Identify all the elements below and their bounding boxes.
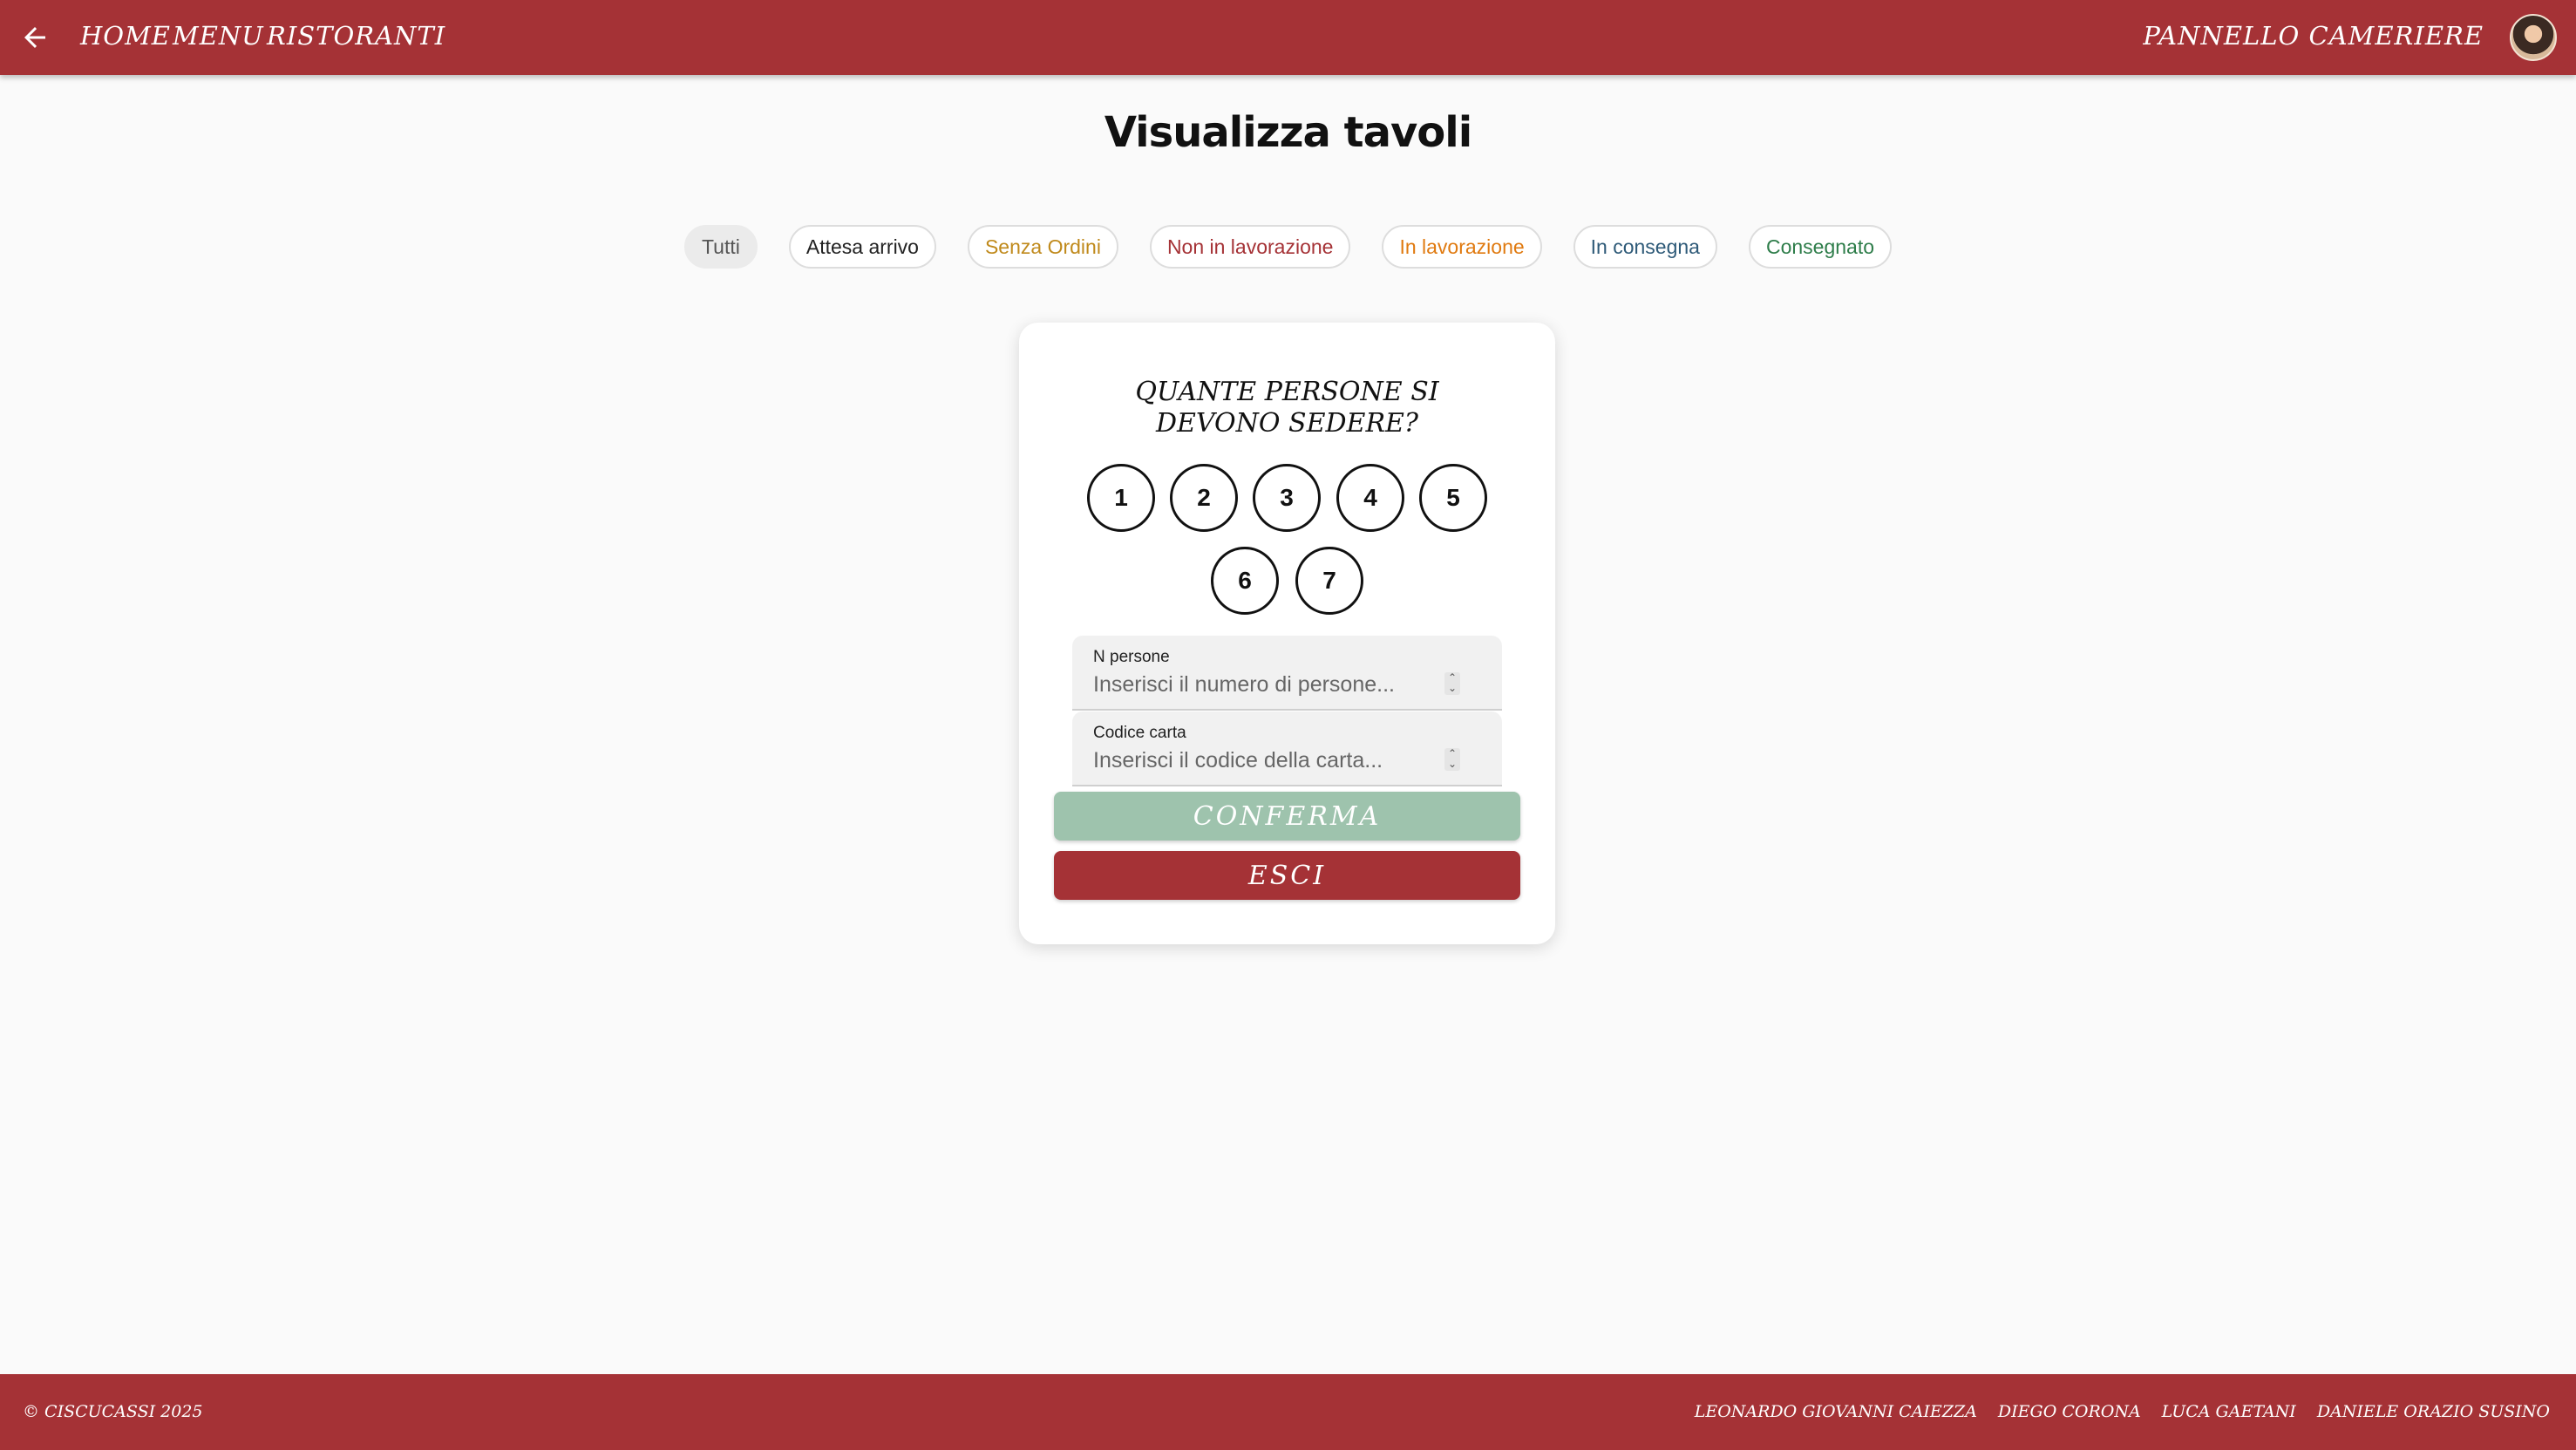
people-4-button[interactable]: 4 bbox=[1336, 464, 1404, 532]
dialog-question: QUANTE PERSONE SI DEVONO SEDERE? bbox=[1135, 377, 1439, 439]
filter-consegnato[interactable]: Consegnato bbox=[1748, 225, 1893, 269]
people-count-input[interactable] bbox=[1093, 671, 1459, 698]
people-count-label: N persone bbox=[1093, 648, 1170, 666]
confirm-button[interactable]: CONFERMA bbox=[1054, 792, 1520, 841]
filter-tutti[interactable]: Tutti bbox=[683, 225, 758, 269]
authors-list: LEONARDO GIOVANNI CAIEZZA DIEGO CORONA L… bbox=[1695, 1402, 2550, 1421]
copyright-text: © CISCUCASSI 2025 bbox=[23, 1402, 203, 1421]
exit-button[interactable]: ESCI bbox=[1054, 851, 1520, 900]
seat-dialog: QUANTE PERSONE SI DEVONO SEDERE? 1 2 3 4… bbox=[1019, 323, 1555, 944]
card-code-input[interactable] bbox=[1093, 746, 1459, 774]
page-title: Visualizza tavoli bbox=[1104, 108, 1472, 157]
author-link[interactable]: DIEGO CORONA bbox=[1998, 1402, 2141, 1421]
filter-non-in-lavorazione[interactable]: Non in lavorazione bbox=[1149, 225, 1351, 269]
user-avatar[interactable] bbox=[2510, 14, 2557, 61]
card-stepper-icon[interactable]: ⌃ ⌄ bbox=[1444, 748, 1460, 771]
status-filter-bar: Tutti Attesa arrivo Senza Ordini Non in … bbox=[0, 225, 2576, 269]
top-navbar: HOME MENU RISTORANTI PANNELLO CAMERIERE bbox=[0, 0, 2576, 75]
nav-ristoranti-link[interactable]: RISTORANTI bbox=[267, 21, 445, 51]
filter-attesa-arrivo[interactable]: Attesa arrivo bbox=[788, 225, 936, 269]
people-stepper-icon[interactable]: ⌃ ⌄ bbox=[1444, 672, 1460, 695]
card-code-field: Codice carta ⌃⌄ bbox=[1072, 711, 1502, 786]
people-1-button[interactable]: 1 bbox=[1087, 464, 1155, 532]
people-6-button[interactable]: 6 bbox=[1211, 547, 1279, 615]
card-code-label: Codice carta bbox=[1093, 724, 1186, 742]
filter-in-consegna[interactable]: In consegna bbox=[1573, 225, 1717, 269]
people-3-button[interactable]: 3 bbox=[1253, 464, 1321, 532]
author-link[interactable]: LUCA GAETANI bbox=[2162, 1402, 2296, 1421]
author-link[interactable]: LEONARDO GIOVANNI CAIEZZA bbox=[1695, 1402, 1977, 1421]
nav-home-link[interactable]: HOME bbox=[80, 21, 171, 51]
filter-in-lavorazione[interactable]: In lavorazione bbox=[1382, 225, 1542, 269]
filter-senza-ordini[interactable]: Senza Ordini bbox=[967, 225, 1118, 269]
nav-menu-link[interactable]: MENU bbox=[173, 21, 264, 51]
footer: © CISCUCASSI 2025 LEONARDO GIOVANNI CAIE… bbox=[0, 1374, 2576, 1450]
people-count-field: N persone ⌃⌄ bbox=[1072, 636, 1502, 711]
author-link[interactable]: DANIELE ORAZIO SUSINO bbox=[2317, 1402, 2550, 1421]
back-arrow-icon[interactable] bbox=[19, 22, 51, 53]
people-7-button[interactable]: 7 bbox=[1295, 547, 1363, 615]
people-2-button[interactable]: 2 bbox=[1170, 464, 1238, 532]
people-5-button[interactable]: 5 bbox=[1419, 464, 1487, 532]
panel-title: PANNELLO CAMERIERE bbox=[2143, 21, 2484, 51]
